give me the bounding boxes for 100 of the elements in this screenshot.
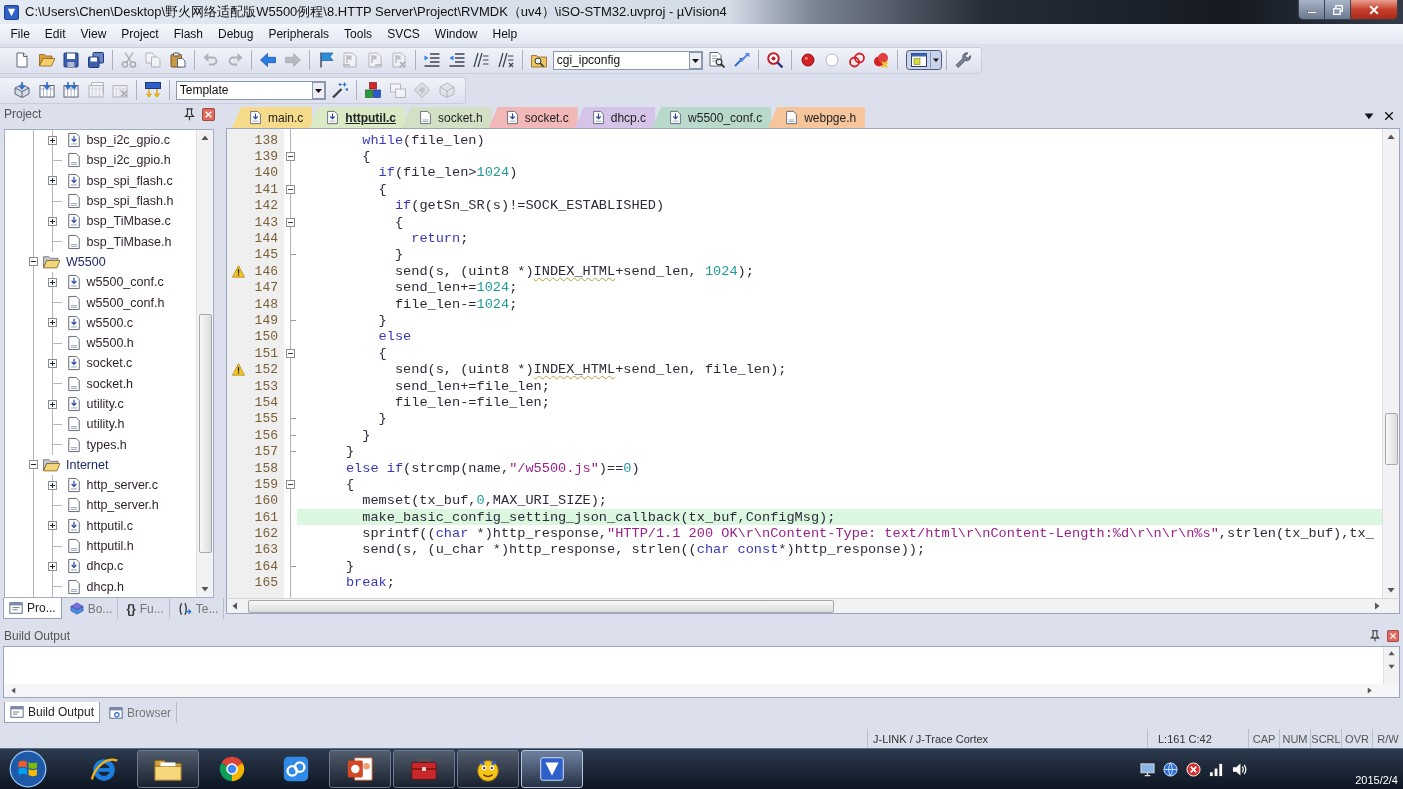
outdent-lines-icon[interactable] [448, 52, 465, 68]
expand-icon[interactable] [48, 561, 57, 571]
tree-item[interactable]: w5500_conf.c [86, 275, 164, 290]
menu-item[interactable]: Flash [166, 27, 211, 41]
menu-item[interactable]: File [3, 27, 38, 41]
menu-item[interactable]: SVCS [379, 27, 428, 41]
menu-item[interactable]: Window [427, 27, 485, 41]
double-arrow-icon[interactable] [733, 52, 750, 68]
magnifier-icon[interactable] [766, 52, 783, 68]
linked-rings-icon[interactable] [848, 52, 865, 68]
horizontal-scrollbar[interactable] [226, 598, 1400, 614]
tab-list-icon[interactable] [1364, 111, 1374, 121]
error-badge-icon[interactable] [1186, 761, 1202, 777]
restore-button[interactable] [1325, 0, 1351, 19]
slashed-lines-icon[interactable] [473, 52, 489, 68]
floppy-disks-icon[interactable] [87, 52, 104, 68]
pin-icon[interactable] [183, 107, 196, 121]
indent-lines-icon[interactable] [424, 52, 440, 68]
tree-item[interactable]: bsp_i2c_gpio.c [86, 133, 170, 148]
flag-icon[interactable] [317, 52, 334, 68]
caret-icon[interactable] [311, 81, 325, 99]
menu-item[interactable]: Project [113, 27, 167, 41]
scrollbar-thumb[interactable] [248, 599, 834, 613]
tree-item[interactable]: httputil.c [86, 518, 134, 533]
file-tab[interactable]: socket.h [402, 107, 492, 128]
scroll-down-icon[interactable] [1388, 663, 1395, 670]
expand-icon[interactable] [48, 399, 57, 409]
vertical-scrollbar[interactable] [1383, 647, 1399, 684]
panel-tab[interactable]: Browser [104, 702, 178, 723]
scroll-down-icon[interactable] [1387, 586, 1395, 594]
segmented-circle-icon[interactable] [217, 754, 247, 784]
tree-item[interactable]: socket.c [86, 356, 133, 371]
hollow-dot-icon[interactable] [824, 52, 840, 68]
pin-icon[interactable] [1369, 629, 1381, 642]
vertical-scrollbar[interactable] [1382, 129, 1399, 598]
tree-item[interactable]: bsp_i2c_gpio.h [86, 153, 171, 168]
breakpoint-dot-icon[interactable] [799, 52, 816, 68]
expand-icon[interactable] [48, 318, 57, 328]
expand-icon[interactable] [48, 176, 57, 186]
tree-group[interactable]: W5500 [66, 254, 106, 269]
collapse-icon[interactable] [286, 184, 295, 194]
menu-item[interactable]: Help [485, 27, 525, 41]
wrench-icon[interactable] [954, 52, 971, 68]
collapse-icon[interactable] [286, 152, 295, 162]
close-button[interactable] [1351, 0, 1397, 19]
dropdown-field[interactable]: cgi_ipconfig [552, 50, 703, 70]
expand-icon[interactable] [48, 216, 57, 226]
expand-icon[interactable] [48, 135, 57, 145]
collapse-icon[interactable] [286, 217, 295, 227]
file-tab[interactable]: socket.c [488, 107, 578, 128]
tree-item[interactable]: w5500.c [86, 315, 134, 330]
page-search-icon[interactable] [709, 52, 725, 68]
speaker-icon[interactable] [1232, 761, 1248, 777]
menu-item[interactable]: Edit [37, 27, 74, 41]
menu-item[interactable]: View [73, 27, 114, 41]
tree-item[interactable]: w5500.h [86, 336, 134, 351]
blocks-icon[interactable] [365, 82, 381, 98]
horizontal-scrollbar[interactable] [4, 684, 1399, 697]
box-arrow-icon[interactable] [14, 82, 30, 98]
expand-icon[interactable] [48, 521, 57, 531]
panel-tab[interactable]: {} Fu... [121, 598, 170, 619]
scroll-left-icon[interactable] [10, 687, 17, 694]
scrollbar-thumb[interactable] [198, 314, 212, 553]
scroll-up-icon[interactable] [201, 134, 209, 142]
tree-item[interactable]: http_server.c [86, 478, 159, 493]
taskbar-button[interactable] [329, 750, 391, 788]
slashed-lines-icon[interactable] [497, 52, 514, 68]
expand-icon[interactable] [48, 480, 57, 490]
file-tab[interactable]: main.c [232, 107, 313, 128]
menu-item[interactable]: Peripherals [260, 27, 337, 41]
file-tab[interactable]: httputil.c [309, 107, 405, 128]
file-tab[interactable]: webpge.h [768, 107, 866, 128]
collapse-icon[interactable] [29, 460, 38, 470]
open-folder-icon[interactable] [38, 52, 55, 68]
collapse-icon[interactable] [286, 479, 295, 489]
scroll-up-icon[interactable] [1388, 650, 1395, 657]
tree-item[interactable]: socket.h [86, 376, 134, 391]
expand-icon[interactable] [48, 358, 57, 368]
dots-cross-icon[interactable] [873, 52, 889, 68]
expand-icon[interactable] [48, 277, 57, 287]
tree-item[interactable]: types.h [86, 437, 127, 452]
collapse-icon[interactable] [29, 257, 38, 267]
caret-icon[interactable] [688, 51, 702, 69]
clipboard-icon[interactable] [169, 52, 186, 68]
scroll-up-icon[interactable] [1387, 133, 1395, 141]
tree-item[interactable]: bsp_TiMbase.c [86, 214, 171, 229]
vertical-scrollbar[interactable] [196, 130, 213, 597]
dropdown-field[interactable]: Template [175, 80, 326, 100]
left-arrow-icon[interactable] [260, 52, 276, 68]
menu-item[interactable]: Debug [210, 27, 261, 41]
scroll-down-icon[interactable] [201, 585, 209, 593]
monitor-icon[interactable] [1140, 761, 1156, 777]
download-arrows-icon[interactable] [145, 82, 161, 98]
loop-tile-icon[interactable] [281, 754, 311, 784]
minimize-button[interactable] [1299, 0, 1325, 19]
folder-search-icon[interactable] [530, 52, 547, 68]
tree-item[interactable]: utility.h [86, 417, 125, 432]
file-tab[interactable]: w5500_conf.c [652, 107, 772, 128]
window-layout-icon[interactable] [906, 50, 942, 70]
tree-item[interactable]: dhcp.c [86, 559, 124, 574]
